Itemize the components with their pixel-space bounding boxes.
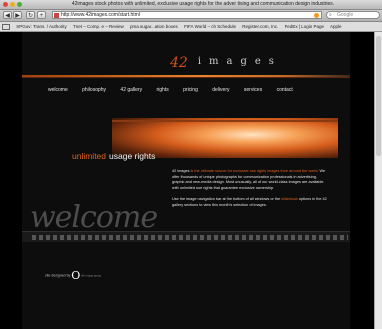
rss-icon[interactable]	[314, 13, 319, 18]
site-logo[interactable]: 42 images	[170, 54, 282, 71]
credit-tail: life image group	[81, 273, 102, 278]
para2-lead: Use the image navigation bar at the bott…	[172, 196, 281, 201]
scrollbar-thumb[interactable]	[376, 36, 381, 156]
back-button[interactable]: ◀	[3, 11, 12, 19]
intro-paragraph: 42 images is the ultimate source for exc…	[172, 169, 330, 192]
bookmark-item[interactable]: SPGov: Trans. / Authority	[16, 24, 67, 29]
image-nav-thumbnails[interactable]	[32, 235, 348, 240]
minimize-window-icon[interactable]	[10, 2, 15, 7]
para1-lead: 42 images	[172, 169, 190, 173]
bookmark-item[interactable]: Apple	[330, 24, 342, 29]
browser-toolbar: ◀ ▶ ↻ + http://www.42images.com/start.ht…	[0, 10, 382, 22]
credit-logo-mark[interactable]: O	[71, 269, 80, 282]
bookmark-item[interactable]: Tnet – Comp. e – Review	[73, 24, 124, 29]
search-icon: ⌕	[329, 12, 332, 18]
zoom-window-icon[interactable]	[17, 2, 22, 7]
nav-item-rights[interactable]: rights	[157, 87, 169, 93]
site-container: 42 images welcome philosophy 42 gallery r…	[22, 32, 350, 329]
welcome-script: welcome	[30, 200, 158, 235]
heading-main: usage rights	[109, 151, 156, 161]
bookmarks-book-icon[interactable]	[2, 23, 10, 30]
bookmark-item[interactable]: FIFA World – ch Schedule	[184, 24, 236, 29]
nav-item-delivery[interactable]: delivery	[212, 87, 229, 93]
vertical-scrollbar[interactable]	[374, 32, 382, 329]
para1-highlight: is the ultimate source for exclusive use…	[190, 169, 319, 173]
nav-item-contact[interactable]: contact	[277, 87, 293, 93]
nav-item-welcome[interactable]: welcome	[48, 87, 68, 93]
close-window-icon[interactable]	[3, 2, 8, 7]
logo-number: 42	[170, 55, 188, 71]
search-input[interactable]: ⌕ Google	[326, 11, 380, 19]
nav-item-philosophy[interactable]: philosophy	[82, 87, 106, 93]
site-favicon-icon	[54, 13, 59, 18]
nav-item-pricing[interactable]: pricing	[183, 87, 198, 93]
address-bar[interactable]: http://www.42images.com/start.html	[52, 11, 322, 19]
logo-word: images	[197, 56, 282, 67]
bookmark-item[interactable]: Register.com, Inc.	[242, 24, 278, 29]
page-viewport: 42 images welcome philosophy 42 gallery r…	[0, 32, 374, 329]
add-bookmark-button[interactable]: +	[37, 11, 46, 19]
bookmark-item[interactable]: FedEx | Login Page	[285, 24, 324, 29]
bookmarks-bar: SPGov: Trans. / Authority Tnet – Comp. e…	[0, 22, 382, 32]
window-titlebar: 42images stock photos with unlimited, ex…	[0, 0, 382, 10]
main-nav: welcome philosophy 42 gallery rights pri…	[48, 87, 348, 93]
section-heading: unlimited usage rights	[72, 151, 155, 161]
header-divider-shadow	[22, 77, 350, 78]
address-text: http://www.42images.com/start.html	[61, 12, 140, 18]
nav-item-services[interactable]: services	[244, 87, 262, 93]
heading-accent: unlimited	[72, 151, 107, 161]
window-title: 42images stock photos with unlimited, ex…	[71, 1, 335, 7]
credit-lead: site designed by	[45, 273, 71, 278]
instructions-paragraph: Use the image navigation bar at the bott…	[172, 197, 330, 208]
search-placeholder: Google	[337, 12, 354, 18]
forward-button[interactable]: ▶	[13, 11, 22, 19]
site-credit: site designed by O life image group	[45, 269, 101, 282]
intro-text: 42 images is the ultimate source for exc…	[172, 169, 330, 213]
banner-stripe	[112, 120, 338, 122]
bookmark-item[interactable]: pma.sugar...ation boxes	[130, 24, 178, 29]
reload-button[interactable]: ↻	[26, 11, 35, 19]
slideshow-link[interactable]: slideshow	[281, 197, 298, 201]
nav-item-gallery[interactable]: 42 gallery	[120, 87, 142, 93]
